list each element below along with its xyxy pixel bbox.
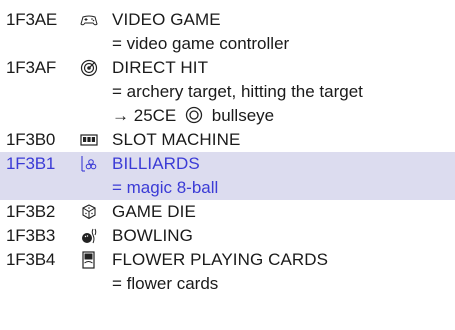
character-name: FLOWER PLAYING CARDS (112, 250, 329, 269)
slot-machine-icon (80, 134, 98, 146)
cross-reference-arrow: → (112, 106, 129, 125)
entry-1f3b1: 1F3B1 BILLIARDS = magic 8-ball (0, 152, 455, 200)
code-point: 1F3AF (6, 58, 57, 77)
flower-playing-cards-icon (82, 251, 95, 269)
entry-1f3b2: 1F3B2 GAME DIE (0, 200, 455, 224)
game-die-icon (82, 204, 96, 220)
alias-note: = archery target, hitting the target (112, 82, 363, 101)
character-name: SLOT MACHINE (112, 130, 241, 149)
alias-note: = magic 8-ball (112, 178, 219, 197)
entry-1f3af: 1F3AF DIRECT HIT = archery target, hitti… (0, 56, 455, 128)
billiards-icon (81, 156, 97, 172)
character-name: BILLIARDS (112, 154, 200, 173)
bullseye-icon (185, 106, 203, 124)
character-name: DIRECT HIT (112, 58, 209, 77)
previous-entry-glyph-fragment-icon (36, 0, 50, 3)
entry-1f3b0: 1F3B0 SLOT MACHINE (0, 128, 455, 152)
code-point: 1F3B4 (6, 250, 56, 269)
bowling-icon (82, 228, 97, 244)
character-name: GAME DIE (112, 202, 196, 221)
character-name: BOWLING (112, 226, 193, 245)
code-point: 1F3B0 (6, 130, 56, 149)
character-name: VIDEO GAME (112, 10, 221, 29)
code-point: 1F3B3 (6, 226, 56, 245)
entry-1f3ae: 1F3AE VIDEO GAME = video game controller (0, 8, 455, 56)
code-point: 1F3B1 (6, 154, 56, 173)
code-point: 1F3AE (6, 10, 57, 29)
cross-reference-code: 25CE (133, 106, 177, 125)
code-point: 1F3B2 (6, 202, 56, 221)
entry-1f3b3: 1F3B3 BOWLING (0, 224, 455, 248)
entry-1f3b4: 1F3B4 FLOWER PLAYING CARDS = flower card… (0, 248, 455, 296)
direct-hit-icon (80, 59, 98, 77)
cross-reference-name: bullseye (211, 106, 275, 125)
alias-note: = video game controller (112, 34, 290, 53)
alias-note: = flower cards (112, 274, 219, 293)
video-game-controller-icon (80, 15, 98, 26)
cross-reference: → 25CE bullseye (112, 104, 274, 128)
